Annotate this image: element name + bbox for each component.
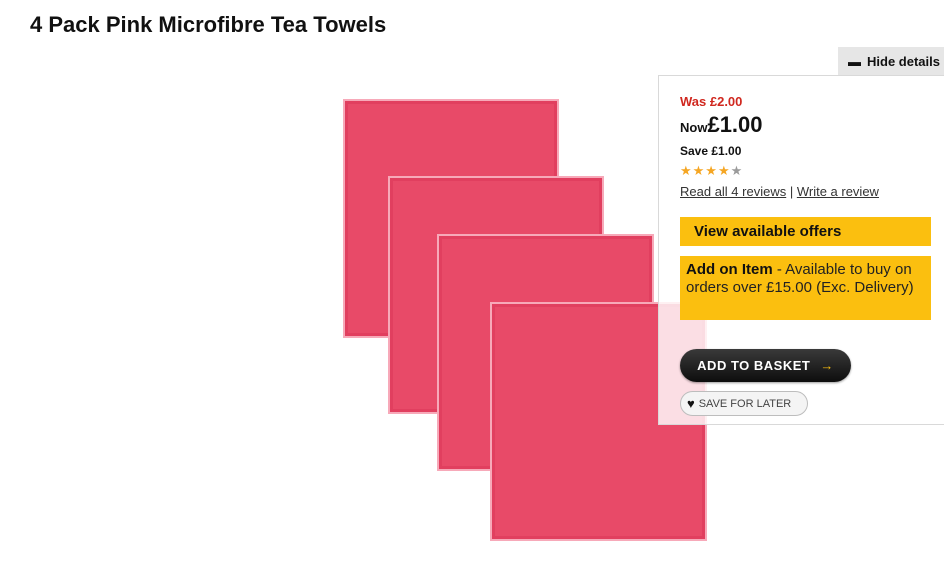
view-offers-button[interactable]: View available offers <box>680 217 931 246</box>
add-on-title: Add on Item <box>686 261 773 278</box>
now-price-block: Now£1.00 <box>680 112 763 138</box>
arrow-right-icon: → <box>820 358 834 373</box>
now-label: Now <box>680 120 708 135</box>
star-icon-half: ★ <box>730 163 744 178</box>
read-reviews-link[interactable]: Read all 4 reviews <box>680 184 786 199</box>
hide-details-button[interactable]: ▬ Hide details <box>838 47 944 75</box>
add-to-basket-button[interactable]: ADD TO BASKET → <box>680 349 851 382</box>
write-review-link[interactable]: Write a review <box>797 184 879 199</box>
save-amount: Save £1.00 <box>680 144 742 158</box>
reviews-links: Read all 4 reviews | Write a review <box>680 184 879 199</box>
now-price: £1.00 <box>707 112 763 137</box>
was-price: Was £2.00 <box>680 94 743 109</box>
add-to-basket-label: ADD TO BASKET <box>697 358 811 373</box>
reviews-separator: | <box>786 184 797 199</box>
save-for-later-label: SAVE FOR LATER <box>698 398 792 410</box>
star-rating: ★★★★★ <box>680 163 743 179</box>
minus-icon: ▬ <box>848 53 861 69</box>
hide-details-label: Hide details <box>867 53 940 69</box>
star-icons-full: ★★★★ <box>680 163 731 178</box>
heart-icon: ♥ <box>687 396 695 411</box>
add-on-notice: Add on Item - Available to buy on orders… <box>680 256 931 320</box>
details-panel: Was £2.00 Now£1.00 Save £1.00 ★★★★★ Read… <box>658 75 944 425</box>
save-for-later-button[interactable]: ♥ SAVE FOR LATER <box>680 391 808 416</box>
